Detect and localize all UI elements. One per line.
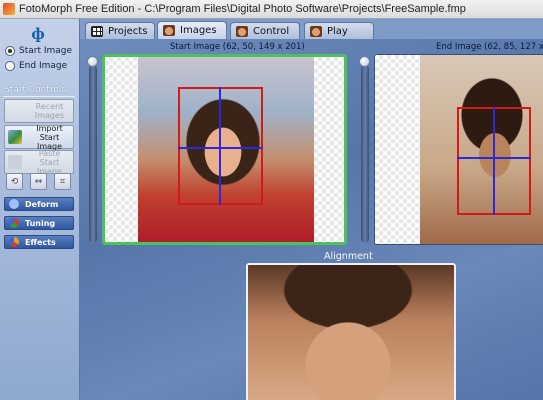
end-image-caption: End Image (62, 85, 127 x <box>436 42 543 52</box>
effects-label: Effects <box>25 237 56 247</box>
tab-play-label: Play <box>327 25 348 37</box>
end-image-radio-label: End Image <box>19 61 68 71</box>
paste-line1: Paste <box>38 148 61 158</box>
alignment-preview <box>246 263 456 400</box>
import-line1: Import <box>36 123 63 133</box>
crop-icon: ⌗ <box>59 176 66 187</box>
import-image-icon <box>8 130 22 144</box>
face-icon <box>236 25 248 37</box>
tab-images[interactable]: Images <box>157 21 227 39</box>
tuning-icon <box>9 218 19 228</box>
tab-control-label: Control <box>253 25 290 37</box>
effects-icon <box>9 237 19 247</box>
transparent-area-left <box>375 55 420 244</box>
start-zoom-slider-knob[interactable] <box>87 56 98 67</box>
start-image-frame[interactable] <box>102 54 347 245</box>
end-image-zoom-slider[interactable] <box>361 65 369 243</box>
flip-button[interactable]: ⇔ <box>30 173 47 190</box>
deform-label: Deform <box>25 199 59 209</box>
start-image-radio-label: Start Image <box>19 46 73 56</box>
deform-button[interactable]: Deform <box>4 197 74 211</box>
section-divider <box>3 96 75 97</box>
rotate-icon: ⟲ <box>10 176 19 187</box>
grid-icon <box>91 25 103 37</box>
import-start-image-button[interactable]: Import Start Image <box>4 123 74 151</box>
paste-image-icon <box>8 155 22 169</box>
paste-start-image-button[interactable]: Paste Start Image <box>4 148 74 176</box>
radio-button-icon[interactable] <box>5 61 15 71</box>
effects-button[interactable]: Effects <box>4 235 74 249</box>
images-workspace: Start Image (62, 50, 149 x 201) End Imag… <box>80 39 543 400</box>
transparent-area-right <box>314 57 344 242</box>
crop-button[interactable]: ⌗ <box>54 173 71 190</box>
recent-images-line2: Images <box>34 111 65 120</box>
left-panel: ф Start Image End Image Start Controls R… <box>0 19 80 400</box>
tab-control[interactable]: Control <box>230 22 300 39</box>
window-title: FotoMorph Free Edition - C:\Program File… <box>19 3 466 15</box>
radio-button-icon[interactable] <box>5 46 15 56</box>
tuning-label: Tuning <box>25 218 56 228</box>
start-image-zoom-slider[interactable] <box>89 65 97 243</box>
start-controls-heading: Start Controls <box>4 85 67 95</box>
end-zoom-slider-knob[interactable] <box>359 56 370 67</box>
app-logo-icon: ф <box>31 25 45 43</box>
tab-images-label: Images <box>180 25 217 36</box>
recent-images-line1: Recent <box>35 102 64 111</box>
recent-images-button[interactable]: Recent Images <box>4 99 74 123</box>
start-nose-line[interactable] <box>219 87 221 205</box>
tab-projects[interactable]: Projects <box>85 22 155 39</box>
tuning-button[interactable]: Tuning <box>4 216 74 230</box>
alignment-caption: Alignment <box>324 251 373 262</box>
flip-icon: ⇔ <box>34 176 43 187</box>
recent-images-icon <box>8 104 22 118</box>
start-image-radio[interactable]: Start Image <box>5 46 72 56</box>
transparent-area-left <box>105 57 138 242</box>
title-bar: FotoMorph Free Edition - C:\Program File… <box>0 0 543 19</box>
deform-icon <box>9 199 19 209</box>
end-nose-line[interactable] <box>493 107 495 215</box>
app-icon <box>3 3 15 15</box>
tab-projects-label: Projects <box>108 25 148 37</box>
face-icon <box>163 25 175 36</box>
end-image-frame[interactable] <box>374 54 543 245</box>
start-image-caption: Start Image (62, 50, 149 x 201) <box>170 42 305 52</box>
rotate-button[interactable]: ⟲ <box>6 173 23 190</box>
tab-play[interactable]: Play <box>304 22 374 39</box>
end-image-radio[interactable]: End Image <box>5 61 67 71</box>
face-icon <box>310 25 322 37</box>
tab-bar: Projects Images Control Play <box>80 19 543 39</box>
